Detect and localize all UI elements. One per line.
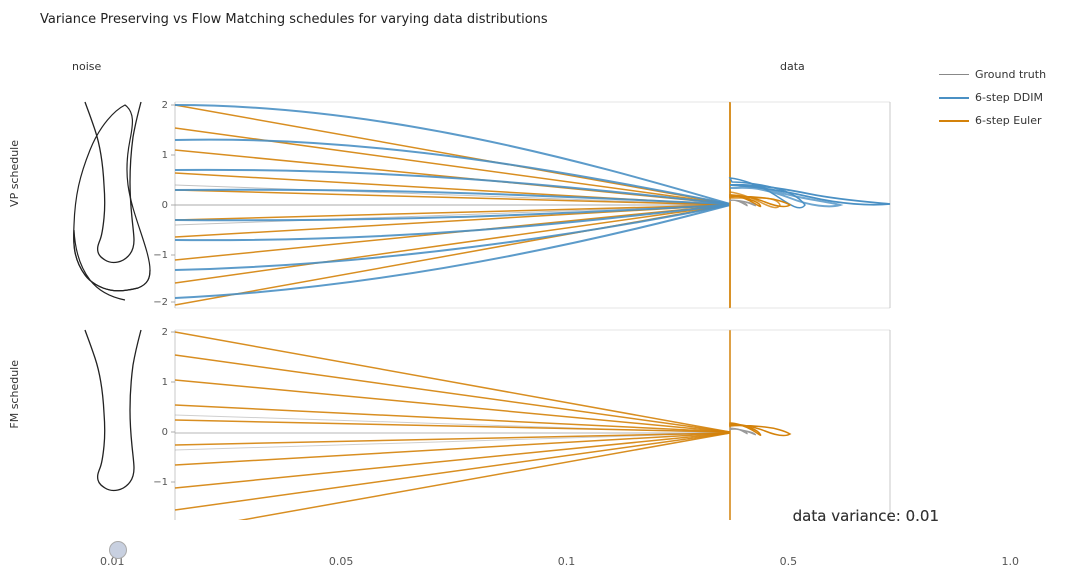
vp-schedule-label: VP schedule [8, 140, 21, 207]
svg-text:1: 1 [162, 150, 168, 161]
main-container: Variance Preserving vs Flow Matching sch… [0, 0, 1079, 585]
slider-thumb[interactable] [109, 541, 127, 559]
svg-text:0: 0 [162, 200, 168, 211]
svg-text:2: 2 [162, 327, 168, 338]
tick-0.5: 0.5 [780, 555, 798, 568]
svg-text:2: 2 [162, 100, 168, 111]
chart-area: 2 1 0 −1 −2 [30, 30, 980, 520]
chart-title: Variance Preserving vs Flow Matching sch… [40, 12, 548, 27]
svg-text:1: 1 [162, 377, 168, 388]
svg-text:−1: −1 [153, 250, 168, 261]
svg-text:−2: −2 [153, 297, 168, 308]
slider-container: 0.01 0.05 0.1 0.5 1.0 [100, 537, 1019, 567]
tick-1.0: 1.0 [1002, 555, 1020, 568]
tick-0.1: 0.1 [558, 555, 576, 568]
data-variance-label: data variance: 0.01 [793, 507, 939, 525]
legend-label-ground-truth: Ground truth [975, 68, 1046, 81]
svg-text:0: 0 [162, 427, 168, 438]
vp-noise-distribution [74, 105, 150, 300]
slider-ticks: 0.01 0.05 0.1 0.5 1.0 [100, 555, 1019, 568]
fm-schedule-label: FM schedule [8, 360, 21, 429]
legend-label-euler: 6-step Euler [975, 114, 1042, 127]
fm-noise-bell [85, 330, 141, 490]
legend-label-ddim: 6-step DDIM [975, 91, 1043, 104]
svg-text:−1: −1 [153, 477, 168, 488]
tick-0.05: 0.05 [329, 555, 354, 568]
